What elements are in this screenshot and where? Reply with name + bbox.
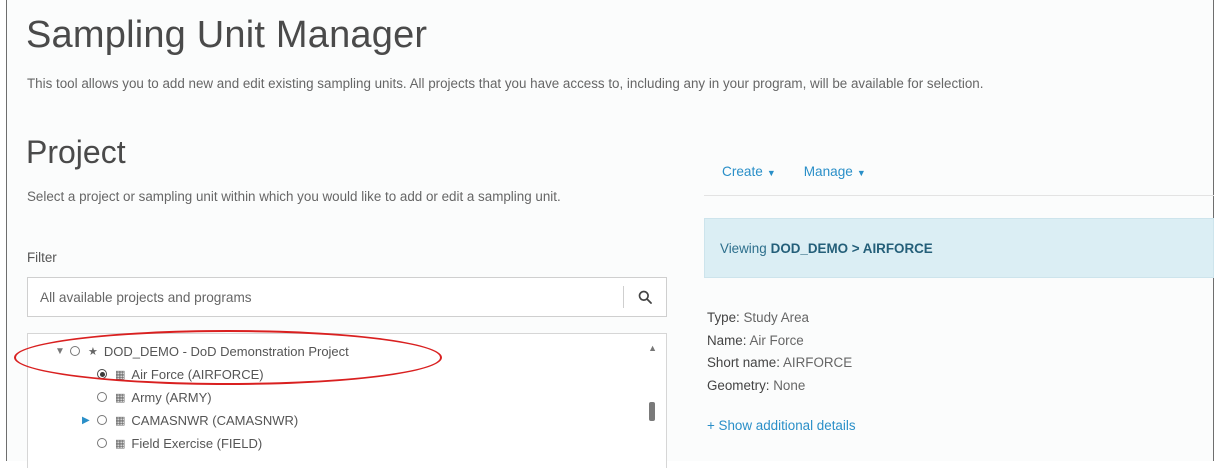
- project-heading: Project: [26, 134, 126, 170]
- tree-node-label: DOD_DEMO - DoD Demonstration Project: [103, 343, 349, 359]
- detail-type: Type: Study Area: [707, 307, 852, 330]
- tree-node-label: Field Exercise (FIELD): [131, 435, 263, 451]
- detail-value: None: [773, 377, 806, 393]
- tree-node-label: CAMASNWR (CAMASNWR): [131, 412, 299, 428]
- create-label: Create: [722, 164, 763, 179]
- tree-radio[interactable]: [97, 392, 107, 402]
- filter-search-box: [27, 277, 667, 317]
- detail-short-name: Short name: AIRFORCE: [707, 352, 852, 375]
- detail-value: AIRFORCE: [782, 355, 853, 370]
- search-icon: [638, 290, 652, 304]
- grid-icon: ▦: [115, 368, 126, 381]
- caret-down-icon: ▼: [766, 168, 776, 178]
- tree-node-field[interactable]: ▦ Field Exercise (FIELD): [97, 433, 262, 453]
- detail-value: Air Force: [749, 332, 804, 348]
- tree-radio[interactable]: [70, 346, 80, 356]
- filter-label: Filter: [27, 250, 57, 265]
- expand-arrow-icon[interactable]: ▶: [82, 415, 94, 426]
- tree-node-label: Army (ARMY): [131, 389, 212, 405]
- collapse-arrow-icon[interactable]: ▼: [55, 346, 67, 357]
- caret-down-icon: ▼: [856, 168, 866, 178]
- grid-icon: ▦: [115, 437, 126, 450]
- tree-radio[interactable]: [97, 438, 107, 448]
- tree-node-army[interactable]: ▦ Army (ARMY): [97, 387, 212, 407]
- detail-key: Short name:: [707, 355, 780, 370]
- grid-icon: ▦: [115, 391, 126, 404]
- detail-value: Study Area: [743, 310, 810, 325]
- detail-geometry: Geometry: None: [707, 375, 852, 398]
- search-button[interactable]: [623, 286, 666, 308]
- tree-node-dod-demo[interactable]: ▼ ★ DOD_DEMO - DoD Demonstration Project: [55, 341, 349, 361]
- project-description: Select a project or sampling unit within…: [27, 189, 561, 204]
- tree-radio-selected[interactable]: [97, 369, 107, 379]
- detail-key: Name:: [707, 332, 747, 348]
- manage-label: Manage: [803, 164, 853, 179]
- grid-icon: ▦: [115, 414, 126, 427]
- scrollbar-thumb[interactable]: [649, 402, 655, 421]
- create-menu-button[interactable]: Create ▼: [722, 164, 776, 179]
- detail-key: Geometry:: [707, 377, 770, 393]
- viewing-banner: Viewing DOD_DEMO > AIRFORCE: [704, 218, 1214, 278]
- manage-menu-button[interactable]: Manage ▼: [804, 164, 866, 179]
- action-menu: Create ▼ Manage ▼: [722, 164, 866, 179]
- menu-divider: [704, 195, 1214, 196]
- scroll-up-arrow-icon[interactable]: ▲: [648, 343, 657, 353]
- show-additional-details-link[interactable]: + Show additional details: [707, 418, 856, 433]
- detail-key: Type:: [707, 310, 740, 325]
- tree-node-airforce[interactable]: ▦ Air Force (AIRFORCE): [97, 364, 264, 384]
- filter-input[interactable]: [28, 278, 623, 316]
- detail-name: Name: Air Force: [707, 330, 852, 353]
- viewing-prefix: Viewing: [720, 240, 767, 256]
- viewing-path: DOD_DEMO > AIRFORCE: [770, 240, 933, 256]
- page-intro: This tool allows you to add new and edit…: [27, 76, 984, 91]
- project-tree[interactable]: ▼ ★ DOD_DEMO - DoD Demonstration Project…: [27, 333, 667, 468]
- page-title: Sampling Unit Manager: [26, 14, 428, 56]
- tree-node-camasnwr[interactable]: ▶ ▦ CAMASNWR (CAMASNWR): [82, 410, 298, 430]
- unit-details: Type: Study Area Name: Air Force Short n…: [707, 307, 852, 397]
- star-icon: ★: [88, 345, 98, 358]
- tree-radio[interactable]: [97, 415, 107, 425]
- tree-node-label: Air Force (AIRFORCE): [131, 366, 264, 382]
